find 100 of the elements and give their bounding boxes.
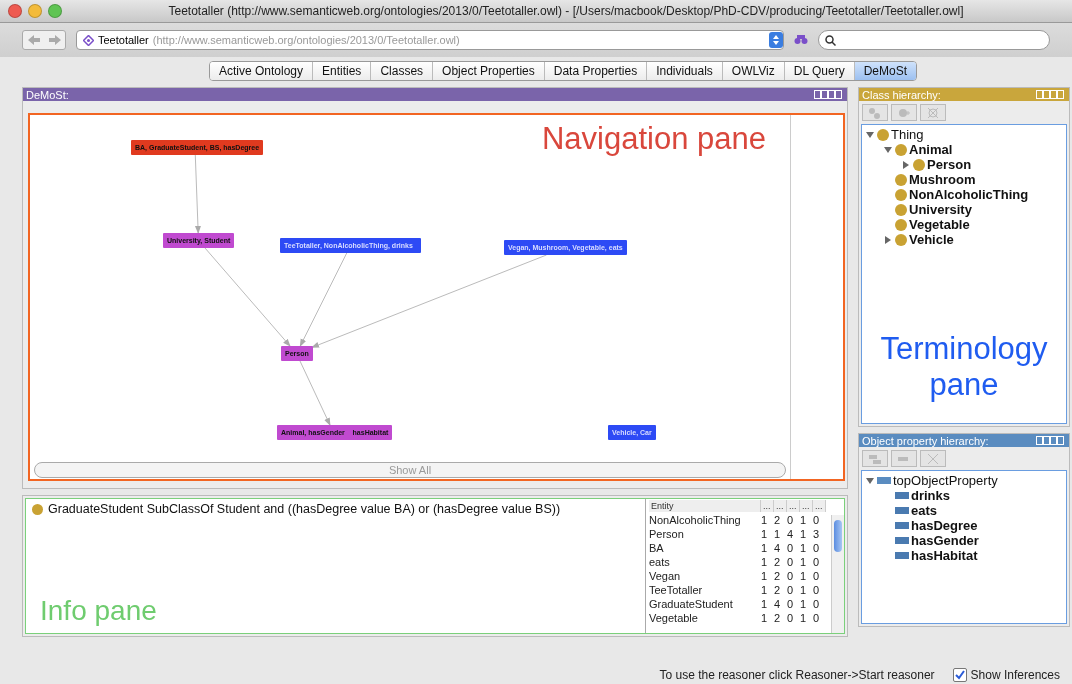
property-icon bbox=[895, 552, 909, 559]
table-cell-text: GraduateStudent bbox=[649, 598, 734, 610]
back-forward-buttons[interactable] bbox=[22, 30, 66, 50]
circles-icon bbox=[868, 106, 882, 119]
tab[interactable]: DeMoSt bbox=[854, 62, 917, 80]
tree-item[interactable]: University bbox=[909, 202, 972, 217]
panel-title: Object property hierarchy: bbox=[862, 434, 990, 447]
table-cell-text: 2 bbox=[774, 514, 782, 526]
panel-controls-icon[interactable] bbox=[1036, 90, 1066, 99]
add-subproperty-button[interactable] bbox=[862, 450, 888, 467]
bars-icon bbox=[868, 452, 882, 465]
panel-controls-icon[interactable] bbox=[1036, 436, 1066, 445]
tab[interactable]: Active Ontology bbox=[209, 62, 313, 80]
panel-title: Class hierarchy: bbox=[862, 88, 942, 101]
add-sibling-button[interactable] bbox=[891, 104, 917, 121]
table-cell-text: 1 bbox=[800, 612, 808, 624]
table-cell-text: 2 bbox=[774, 612, 782, 624]
property-icon bbox=[895, 492, 909, 499]
table-cell-text: 0 bbox=[787, 514, 795, 526]
tree-item[interactable]: Mushroom bbox=[909, 172, 976, 187]
table-cell-text: 1 bbox=[800, 584, 808, 596]
table-cell-text: 0 bbox=[787, 570, 795, 582]
ontology-selector[interactable]: Teetotaller (http://www.semanticweb.org/ontologies/2013/0/Teetotaller.owl) bbox=[76, 30, 784, 50]
expanded-triangle-icon bbox=[866, 130, 874, 139]
class-icon bbox=[895, 218, 907, 231]
minimize-button[interactable] bbox=[28, 4, 42, 18]
table-cell-text: 0 bbox=[813, 612, 821, 624]
tree-item[interactable]: Vehicle bbox=[909, 232, 954, 247]
table-cell-text: 1 bbox=[761, 514, 769, 526]
tree-item[interactable]: hasGender bbox=[911, 533, 979, 548]
table-cell-text: 0 bbox=[787, 556, 795, 568]
column-header[interactable]: ... bbox=[761, 500, 774, 512]
table-cell-text: 1 bbox=[761, 570, 769, 582]
table-cell-text: Vegan bbox=[649, 570, 682, 582]
delete-icon bbox=[927, 106, 939, 119]
tree-item[interactable]: hasHabitat bbox=[911, 548, 978, 563]
column-header[interactable]: ... bbox=[774, 500, 787, 512]
property-icon bbox=[895, 507, 909, 514]
class-icon bbox=[895, 188, 907, 201]
expanded-triangle-icon bbox=[884, 145, 892, 154]
tab[interactable]: Entities bbox=[313, 62, 372, 80]
collapsed-triangle-icon bbox=[902, 160, 910, 169]
panel-controls-icon[interactable] bbox=[814, 90, 844, 99]
delete-icon bbox=[927, 452, 939, 465]
zoom-button[interactable] bbox=[48, 4, 62, 18]
tree-item[interactable]: Person bbox=[927, 157, 972, 172]
class-icon bbox=[895, 233, 907, 246]
close-button[interactable] bbox=[8, 4, 22, 18]
table-cell-text: Vegetable bbox=[649, 612, 699, 624]
table-cell-text: 1 bbox=[761, 528, 769, 540]
tree-item[interactable]: Animal bbox=[909, 142, 953, 157]
tab[interactable]: DL Query bbox=[784, 62, 855, 80]
table-cell-text: 0 bbox=[813, 514, 821, 526]
table-cell-text: BA bbox=[649, 542, 665, 554]
add-sibling-button[interactable] bbox=[891, 450, 917, 467]
table-cell-text: 1 bbox=[761, 542, 769, 554]
tree-item[interactable]: topObjectProperty bbox=[893, 473, 998, 488]
class-icon bbox=[877, 128, 889, 141]
table-cell-text: 0 bbox=[813, 556, 821, 568]
column-header[interactable]: ... bbox=[813, 500, 826, 512]
table-cell-text: 0 bbox=[813, 584, 821, 596]
delete-button[interactable] bbox=[920, 104, 946, 121]
table-cell-text: 0 bbox=[787, 542, 795, 554]
panel-title: DeMoSt: bbox=[26, 88, 70, 101]
table-cell-text: 0 bbox=[787, 584, 795, 596]
tree-item[interactable]: Thing bbox=[891, 127, 924, 142]
tree-item[interactable]: eats bbox=[911, 503, 938, 518]
search-field[interactable] bbox=[818, 30, 1050, 50]
tab[interactable]: OWLViz bbox=[722, 62, 785, 80]
tree-item[interactable]: Vegetable bbox=[909, 217, 970, 232]
tab[interactable]: Individuals bbox=[647, 62, 723, 80]
scroll-thumb[interactable] bbox=[834, 520, 842, 552]
tab[interactable]: Classes bbox=[371, 62, 434, 80]
table-cell-text: 0 bbox=[813, 570, 821, 582]
add-subclass-button[interactable] bbox=[862, 104, 888, 121]
table-cell-text: 0 bbox=[813, 598, 821, 610]
class-icon bbox=[913, 158, 925, 171]
tab[interactable]: Object Properties bbox=[433, 62, 545, 80]
table-cell-text: 3 bbox=[813, 528, 821, 540]
class-icon bbox=[895, 143, 907, 156]
column-header[interactable]: Entity bbox=[649, 500, 761, 512]
navigation-pane-annotation: Navigation pane bbox=[541, 121, 766, 157]
window-title: Teetotaller (http://www.semanticweb.org/ontologies/2013/0/Teetotaller.owl) - [/Users/macbook/Desktop/PhD-CDV/producing/Teetotaller/Teetotaller.owl] bbox=[167, 4, 965, 18]
column-header[interactable]: ... bbox=[800, 500, 813, 512]
scrollbar[interactable] bbox=[831, 515, 844, 633]
table-cell-text: 4 bbox=[774, 542, 782, 554]
tree-item[interactable]: hasDegree bbox=[911, 518, 978, 533]
collapsed-triangle-icon bbox=[884, 235, 892, 244]
show-inferences-checkbox[interactable]: Show Inferences bbox=[952, 668, 1060, 682]
delete-button[interactable] bbox=[920, 450, 946, 467]
tree-item[interactable]: drinks bbox=[911, 488, 950, 503]
table-cell-text: 2 bbox=[774, 584, 782, 596]
column-header[interactable]: ... bbox=[787, 500, 800, 512]
binoculars-icon[interactable] bbox=[794, 35, 808, 45]
table-cell-text: 4 bbox=[787, 528, 795, 540]
table-cell-text: 1 bbox=[761, 612, 769, 624]
axiom-text: GraduateStudent SubClassOf Student and ((hasDegree value BA) or (hasDegree value BS)) bbox=[32, 502, 639, 516]
forward-arrow-icon bbox=[48, 35, 61, 45]
tab[interactable]: Data Properties bbox=[544, 62, 648, 80]
tree-item[interactable]: NonAlcoholicThing bbox=[909, 187, 1029, 202]
